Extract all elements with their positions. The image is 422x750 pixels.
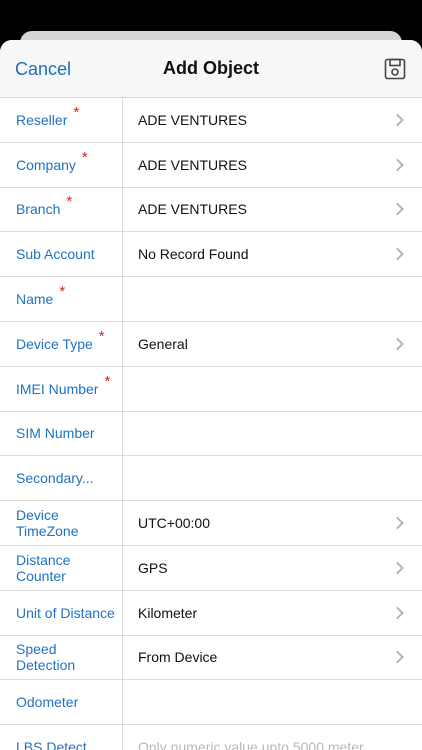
field-value[interactable]: UTC+00:00 xyxy=(123,501,422,545)
field-value[interactable]: No Record Found xyxy=(123,232,422,276)
form-row[interactable]: Sub Account No Record Found xyxy=(0,232,422,278)
field-label-cell: Device Type * xyxy=(0,321,123,366)
floppy-disk-icon xyxy=(384,58,406,80)
form-row[interactable]: IMEI Number * xyxy=(0,366,422,412)
field-label-cell: LBS Detect xyxy=(0,725,123,750)
form-row[interactable]: LBS Detect Only numeric value upto 5000 m… xyxy=(0,725,422,750)
field-label-cell: IMEI Number * xyxy=(0,366,123,411)
field-value[interactable]: GPS xyxy=(123,546,422,590)
field-label-cell: Reseller * xyxy=(0,98,123,142)
form-row[interactable]: Device Type * General xyxy=(0,321,422,367)
form-row[interactable]: Company * ADE VENTURES xyxy=(0,142,422,188)
field-label: Unit of Distance xyxy=(16,604,115,621)
field-label: Speed Detection xyxy=(16,641,76,674)
field-label: Sub Account xyxy=(16,246,95,263)
navigation-bar: Cancel Add Object xyxy=(0,40,422,98)
field-value[interactable] xyxy=(123,367,422,411)
field-label-cell: Odometer xyxy=(0,680,123,725)
required-asterisk: * xyxy=(98,327,105,345)
form-row[interactable]: Reseller * ADE VENTURES xyxy=(0,98,422,143)
field-label-cell: Device TimeZone xyxy=(0,501,123,545)
field-value[interactable]: Kilometer xyxy=(123,591,422,635)
required-asterisk: * xyxy=(81,148,88,166)
form-row[interactable]: Name * xyxy=(0,277,422,322)
field-value[interactable] xyxy=(123,680,422,724)
field-value[interactable]: ADE VENTURES xyxy=(123,98,422,142)
field-label: Company xyxy=(16,156,76,173)
field-label: SIM Number xyxy=(16,425,95,442)
field-label-cell: Sub Account xyxy=(0,232,123,277)
field-label: Distance Counter xyxy=(16,551,71,584)
field-value[interactable] xyxy=(123,456,422,500)
field-value[interactable]: Only numeric value upto 5000 meter xyxy=(123,725,422,750)
form-row[interactable]: Odometer xyxy=(0,680,422,726)
field-value[interactable]: ADE VENTURES xyxy=(123,143,422,187)
page-title: Add Object xyxy=(162,58,259,78)
field-value[interactable]: ADE VENTURES xyxy=(123,188,422,232)
field-label: Device TimeZone xyxy=(16,507,79,540)
field-label-cell: Speed Detection xyxy=(0,635,123,680)
form-row[interactable]: Branch * ADE VENTURES xyxy=(0,187,422,233)
field-label: Secondary... xyxy=(16,470,94,487)
required-asterisk: * xyxy=(73,103,80,121)
form-row[interactable]: SIM Number xyxy=(0,411,422,457)
field-label: IMEI Number xyxy=(16,380,99,397)
form-row[interactable]: Secondary... xyxy=(0,456,422,502)
field-value[interactable] xyxy=(123,412,422,456)
field-value[interactable] xyxy=(123,277,422,321)
save-button[interactable] xyxy=(384,58,406,80)
add-object-sheet: Cancel Add Object Reseller * ADE VENTURES C… xyxy=(0,40,422,750)
field-label-cell: Secondary... xyxy=(0,456,123,501)
field-label-cell: Company * xyxy=(0,142,123,187)
field-label: Odometer xyxy=(16,694,79,711)
field-label: Reseller xyxy=(16,111,68,128)
required-asterisk: * xyxy=(104,372,111,390)
form-row[interactable]: Unit of Distance Kilometer xyxy=(0,590,422,636)
form-row[interactable]: Speed Detection From Device xyxy=(0,635,422,681)
field-label: LBS Detect xyxy=(16,739,87,750)
field-value[interactable]: From Device xyxy=(123,636,422,680)
field-label-cell: Branch * xyxy=(0,187,123,232)
form-row[interactable]: Distance Counter GPS xyxy=(0,545,422,591)
field-label: Branch xyxy=(16,201,61,218)
field-label: Device Type xyxy=(16,335,93,352)
field-value[interactable]: General xyxy=(123,322,422,366)
field-label-cell: Unit of Distance xyxy=(0,590,123,635)
required-asterisk: * xyxy=(59,283,66,301)
field-label: Name xyxy=(16,291,54,308)
field-label-cell: Distance Counter xyxy=(0,545,123,590)
field-label-cell: SIM Number xyxy=(0,411,123,456)
cancel-button[interactable]: Cancel xyxy=(15,40,71,98)
form-list: Reseller * ADE VENTURES Company * ADE VENTURE… xyxy=(0,98,422,750)
required-asterisk: * xyxy=(66,193,73,211)
field-label-cell: Name * xyxy=(0,277,123,321)
form-row[interactable]: Device TimeZone UTC+00:00 xyxy=(0,501,422,546)
